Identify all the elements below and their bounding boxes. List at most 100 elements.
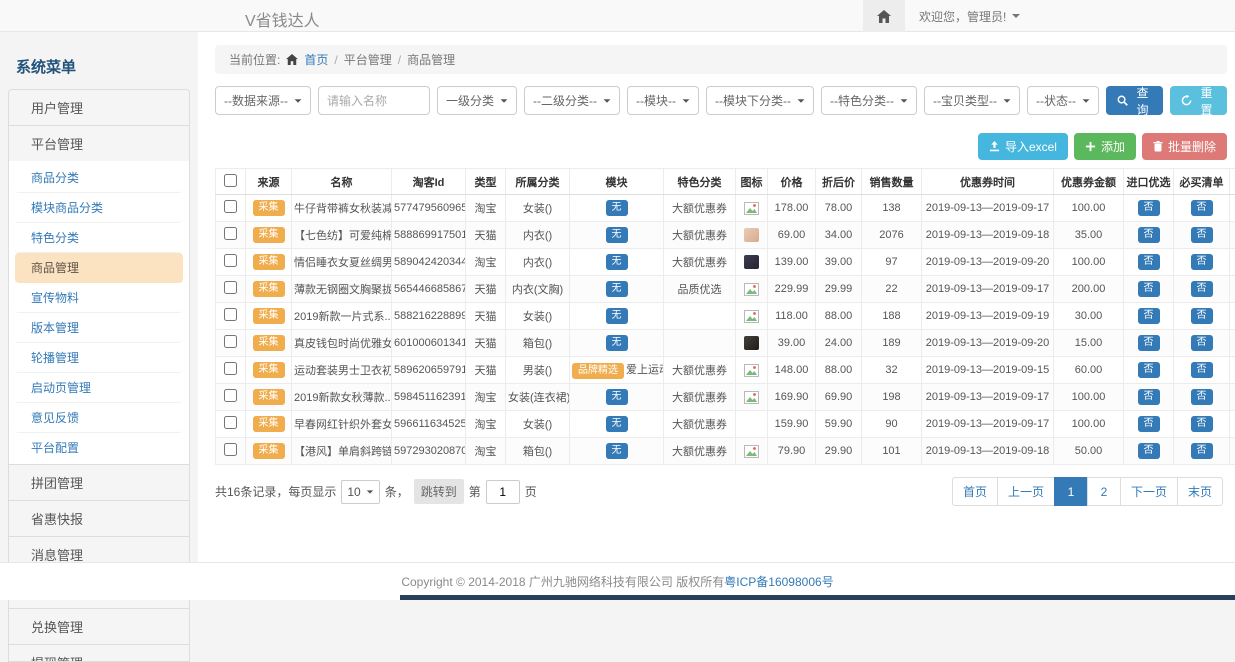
must-buy-badge[interactable]: 否 xyxy=(1174,195,1230,222)
sidebar-item-1-5[interactable]: 版本管理 xyxy=(15,313,183,343)
status-badge[interactable]: 上架 xyxy=(1230,438,1235,465)
row-checkbox[interactable] xyxy=(224,308,237,321)
sidebar-item-1-4[interactable]: 宣传物料 xyxy=(15,283,183,313)
page-button-下一页[interactable]: 下一页 xyxy=(1120,477,1178,506)
import-excel-button[interactable]: 导入excel xyxy=(978,133,1068,160)
home-button[interactable] xyxy=(863,0,905,32)
sidebar-group-1[interactable]: 平台管理 xyxy=(8,125,190,162)
source-badge: 采集 xyxy=(246,330,292,357)
import-select-badge[interactable]: 否 xyxy=(1124,411,1174,438)
row-checkbox[interactable] xyxy=(224,389,237,402)
table-row: 采集2019新款女秋薄款...598451162391淘宝女装(连衣裙)无大额优… xyxy=(216,384,1235,411)
name-input[interactable] xyxy=(318,86,430,115)
select-all-checkbox[interactable] xyxy=(224,174,237,187)
sidebar-group-2[interactable]: 拼团管理 xyxy=(8,464,190,501)
module-select[interactable]: --模块-- xyxy=(627,86,699,115)
import-select-badge[interactable]: 否 xyxy=(1124,222,1174,249)
status-badge[interactable]: 上架 xyxy=(1230,222,1235,249)
import-select-badge[interactable]: 否 xyxy=(1124,303,1174,330)
page-button-首页[interactable]: 首页 xyxy=(952,477,998,506)
coupon-amount: 100.00 xyxy=(1054,384,1124,411)
product-thumbnail xyxy=(736,249,768,276)
status-select[interactable]: --状态-- xyxy=(1027,86,1099,115)
row-checkbox[interactable] xyxy=(224,200,237,213)
page-button-2[interactable]: 2 xyxy=(1087,477,1121,506)
row-checkbox[interactable] xyxy=(224,362,237,375)
import-select-badge[interactable]: 否 xyxy=(1124,330,1174,357)
price: 118.00 xyxy=(768,303,816,330)
per-page-select[interactable]: 10 xyxy=(341,480,379,504)
icp-link[interactable]: 粤ICP备16098006号 xyxy=(724,573,833,590)
import-select-badge[interactable]: 否 xyxy=(1124,438,1174,465)
user-menu[interactable]: 欢迎您，管理员! xyxy=(905,0,1235,32)
must-buy-badge[interactable]: 否 xyxy=(1174,411,1230,438)
data-source-select[interactable]: --数据来源-- xyxy=(215,86,311,115)
sidebar-item-1-1[interactable]: 模块商品分类 xyxy=(15,193,183,223)
must-buy-badge[interactable]: 否 xyxy=(1174,438,1230,465)
sidebar-item-1-3[interactable]: 商品管理 xyxy=(15,253,183,283)
must-buy-badge[interactable]: 否 xyxy=(1174,384,1230,411)
row-checkbox[interactable] xyxy=(224,227,237,240)
sidebar-group-6[interactable]: 兑换管理 xyxy=(8,608,190,645)
import-select-badge[interactable]: 否 xyxy=(1124,276,1174,303)
row-checkbox[interactable] xyxy=(224,416,237,429)
status-badge[interactable]: 上架 xyxy=(1230,276,1235,303)
must-buy-badge[interactable]: 否 xyxy=(1174,249,1230,276)
import-select-badge[interactable]: 否 xyxy=(1124,357,1174,384)
product-name: 早春网红针织外套女春... xyxy=(292,411,392,438)
records-summary: 共16条记录，每页显示 xyxy=(215,483,336,500)
table-row: 采集【港风】单肩斜跨链条...597293020870淘宝箱包()无大额优惠券7… xyxy=(216,438,1235,465)
jump-button[interactable]: 跳转到 xyxy=(414,479,464,504)
level1-category-select[interactable]: 一级分类 xyxy=(437,86,517,115)
must-buy-badge[interactable]: 否 xyxy=(1174,276,1230,303)
status-badge[interactable]: 上架 xyxy=(1230,330,1235,357)
must-buy-badge[interactable]: 否 xyxy=(1174,222,1230,249)
price: 148.00 xyxy=(768,357,816,384)
jump-page-input[interactable] xyxy=(486,480,520,504)
page-button-1[interactable]: 1 xyxy=(1054,477,1088,506)
add-button[interactable]: 添加 xyxy=(1074,133,1136,160)
source-badge: 采集 xyxy=(246,222,292,249)
row-checkbox[interactable] xyxy=(224,335,237,348)
must-buy-badge[interactable]: 否 xyxy=(1174,303,1230,330)
batch-delete-button[interactable]: 批量删除 xyxy=(1142,133,1227,160)
plus-icon xyxy=(1085,141,1096,152)
must-buy-badge[interactable]: 否 xyxy=(1174,330,1230,357)
taoke-id: 589042420344 xyxy=(392,249,466,276)
sidebar-item-1-8[interactable]: 意见反馈 xyxy=(15,403,183,433)
import-select-badge[interactable]: 否 xyxy=(1124,384,1174,411)
status-badge[interactable]: 上架 xyxy=(1230,384,1235,411)
item-type-select[interactable]: --宝贝类型-- xyxy=(924,86,1020,115)
sidebar-group-3[interactable]: 省惠快报 xyxy=(8,500,190,537)
status-badge[interactable]: 上架 xyxy=(1230,411,1235,438)
sidebar-item-1-9[interactable]: 平台配置 xyxy=(15,433,183,462)
status-badge[interactable]: 上架 xyxy=(1230,357,1235,384)
breadcrumb-home-link[interactable]: 首页 xyxy=(304,51,328,68)
status-badge[interactable]: 上架 xyxy=(1230,249,1235,276)
import-select-badge[interactable]: 否 xyxy=(1124,249,1174,276)
import-select-badge[interactable]: 否 xyxy=(1124,195,1174,222)
row-checkbox[interactable] xyxy=(224,443,237,456)
sidebar-item-1-0[interactable]: 商品分类 xyxy=(15,163,183,193)
query-button[interactable]: 查询 xyxy=(1106,86,1163,115)
module-cell: 无 xyxy=(570,249,664,276)
sidebar-item-1-2[interactable]: 特色分类 xyxy=(15,223,183,253)
coupon-amount: 60.00 xyxy=(1054,357,1124,384)
page-button-上一页[interactable]: 上一页 xyxy=(997,477,1055,506)
column-header-3: 淘客Id xyxy=(392,169,466,195)
module-sub-category-select[interactable]: --模块下分类-- xyxy=(706,86,814,115)
feature-category-select[interactable]: --特色分类-- xyxy=(821,86,917,115)
sidebar-group-0[interactable]: 用户管理 xyxy=(8,89,190,126)
reset-button[interactable]: 重置 xyxy=(1170,86,1227,115)
status-badge[interactable]: 上架 xyxy=(1230,195,1235,222)
row-checkbox[interactable] xyxy=(224,281,237,294)
sidebar-item-1-6[interactable]: 轮播管理 xyxy=(15,343,183,373)
must-buy-badge[interactable]: 否 xyxy=(1174,357,1230,384)
coupon-time: 2019-09-13—2019-09-19 xyxy=(922,303,1054,330)
sidebar-item-1-7[interactable]: 启动页管理 xyxy=(15,373,183,403)
level2-category-select[interactable]: --二级分类-- xyxy=(524,86,620,115)
status-badge[interactable]: 上架 xyxy=(1230,303,1235,330)
sidebar-group-7[interactable]: 提现管理 xyxy=(8,644,190,662)
row-checkbox[interactable] xyxy=(224,254,237,267)
page-button-末页[interactable]: 末页 xyxy=(1177,477,1223,506)
